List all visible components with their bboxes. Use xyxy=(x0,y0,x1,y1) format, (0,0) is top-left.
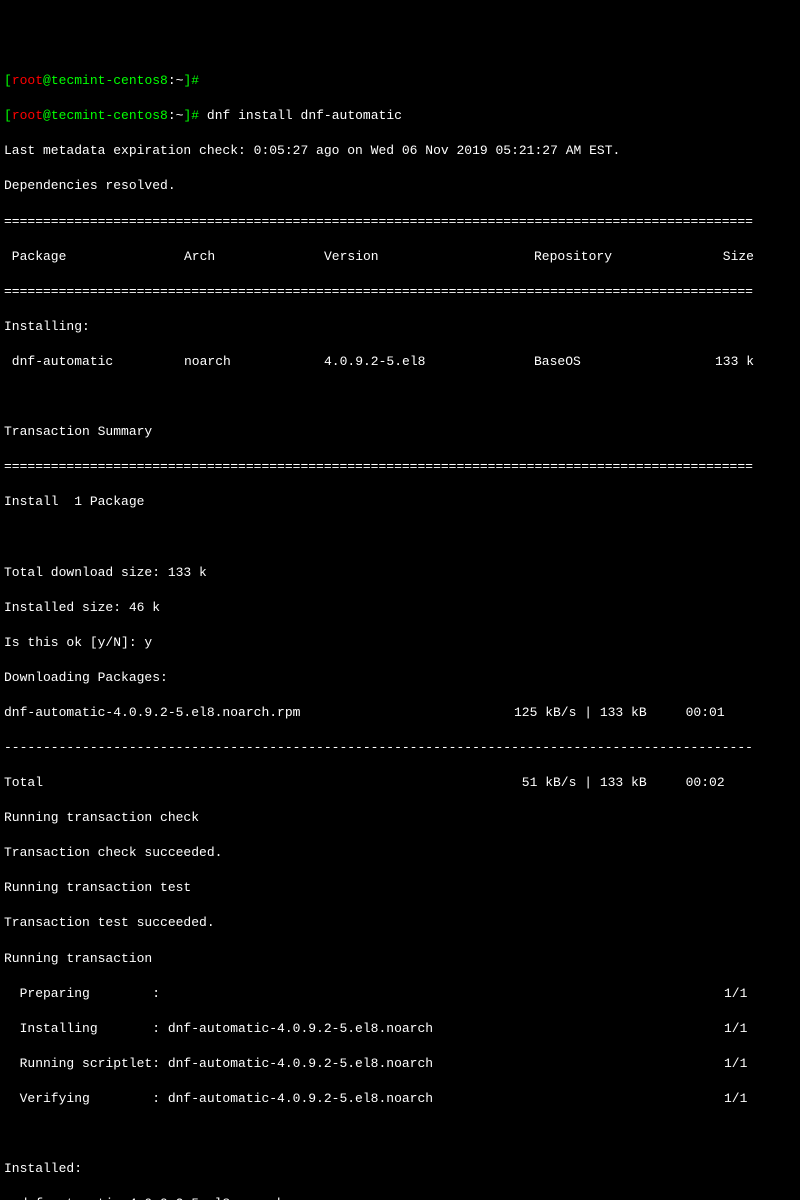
test-succeeded: Transaction test succeeded. xyxy=(4,914,796,932)
total-line: Total 51 kB/s | 133 kB 00:02 xyxy=(4,774,796,792)
installed-package: dnf-automatic-4.0.9.2-5.el8.noarch xyxy=(4,1195,796,1200)
installing-line: Installing : dnf-automatic-4.0.9.2-5.el8… xyxy=(4,1020,796,1038)
metadata-line: Last metadata expiration check: 0:05:27 … xyxy=(4,142,796,160)
separator: ========================================… xyxy=(4,458,796,476)
package-row: dnf-automaticnoarch4.0.9.2-5.el8BaseOS13… xyxy=(4,353,796,371)
installed-size: Installed size: 46 k xyxy=(4,599,796,617)
install-count: Install 1 Package xyxy=(4,493,796,511)
confirm-prompt[interactable]: Is this ok [y/N]: y xyxy=(4,634,796,652)
blank xyxy=(4,528,796,546)
scriptlet-line: Running scriptlet: dnf-automatic-4.0.9.2… xyxy=(4,1055,796,1073)
downloading-header: Downloading Packages: xyxy=(4,669,796,687)
prompt-line-2: [root@tecmint-centos8:~]# dnf install dn… xyxy=(4,107,796,125)
download-size: Total download size: 133 k xyxy=(4,564,796,582)
separator: ========================================… xyxy=(4,283,796,301)
running-transaction: Running transaction xyxy=(4,950,796,968)
preparing-line: Preparing : 1/1 xyxy=(4,985,796,1003)
installed-header: Installed: xyxy=(4,1160,796,1178)
verifying-line: Verifying : dnf-automatic-4.0.9.2-5.el8.… xyxy=(4,1090,796,1108)
installing-header: Installing: xyxy=(4,318,796,336)
blank xyxy=(4,388,796,406)
blank xyxy=(4,1125,796,1143)
rpm-download-line: dnf-automatic-4.0.9.2-5.el8.noarch.rpm12… xyxy=(4,704,796,722)
prompt-line-1: [root@tecmint-centos8:~]# xyxy=(4,72,796,90)
dash-separator: ----------------------------------------… xyxy=(4,739,796,757)
separator: ========================================… xyxy=(4,213,796,231)
header-row: PackageArchVersionRepositorySize xyxy=(4,248,796,266)
running-check: Running transaction check xyxy=(4,809,796,827)
dependencies-line: Dependencies resolved. xyxy=(4,177,796,195)
check-succeeded: Transaction check succeeded. xyxy=(4,844,796,862)
running-test: Running transaction test xyxy=(4,879,796,897)
transaction-summary: Transaction Summary xyxy=(4,423,796,441)
command-text: dnf install dnf-automatic xyxy=(199,108,402,123)
